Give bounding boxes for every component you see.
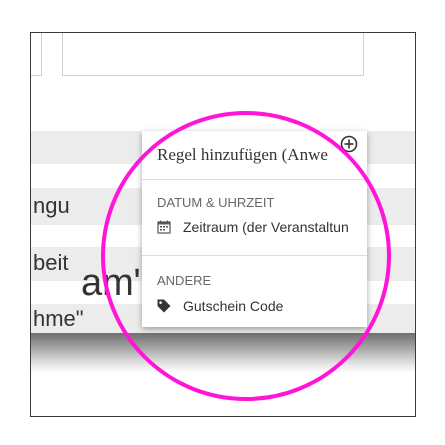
calendar-icon (157, 220, 171, 234)
row-label: ngu (33, 193, 70, 218)
menu-title: Regel hinzufügen (Anwe (157, 145, 328, 164)
section-header-datum: DATUM & UHRZEIT (157, 195, 275, 210)
menu-item-label: Gutschein Code (183, 298, 284, 314)
menu-item-zeitraum[interactable]: Zeitraum (der Veranstaltun (157, 218, 367, 238)
add-circle-icon[interactable] (340, 135, 358, 153)
top-right-panel (62, 33, 364, 76)
row-label: beit (33, 250, 69, 275)
tag-icon (157, 299, 171, 313)
section-header-andere: ANDERE (157, 273, 212, 288)
menu-item-gutschein-code[interactable]: Gutschein Code (157, 297, 337, 317)
panel-shadow (31, 333, 415, 373)
top-left-panel (31, 33, 42, 76)
menu-divider (142, 255, 367, 256)
add-rule-menu: Regel hinzufügen (Anwe DATUM & UHRZEIT Z… (142, 131, 367, 327)
menu-item-label: Zeitraum (der Veranstaltun (183, 219, 349, 235)
row-label: hme" (33, 306, 84, 331)
large-field-text: am" (81, 262, 148, 304)
screenshot-frame: ngu beit am" hme" Regel hinzufügen (Anwe… (30, 32, 416, 417)
menu-divider (142, 179, 367, 180)
